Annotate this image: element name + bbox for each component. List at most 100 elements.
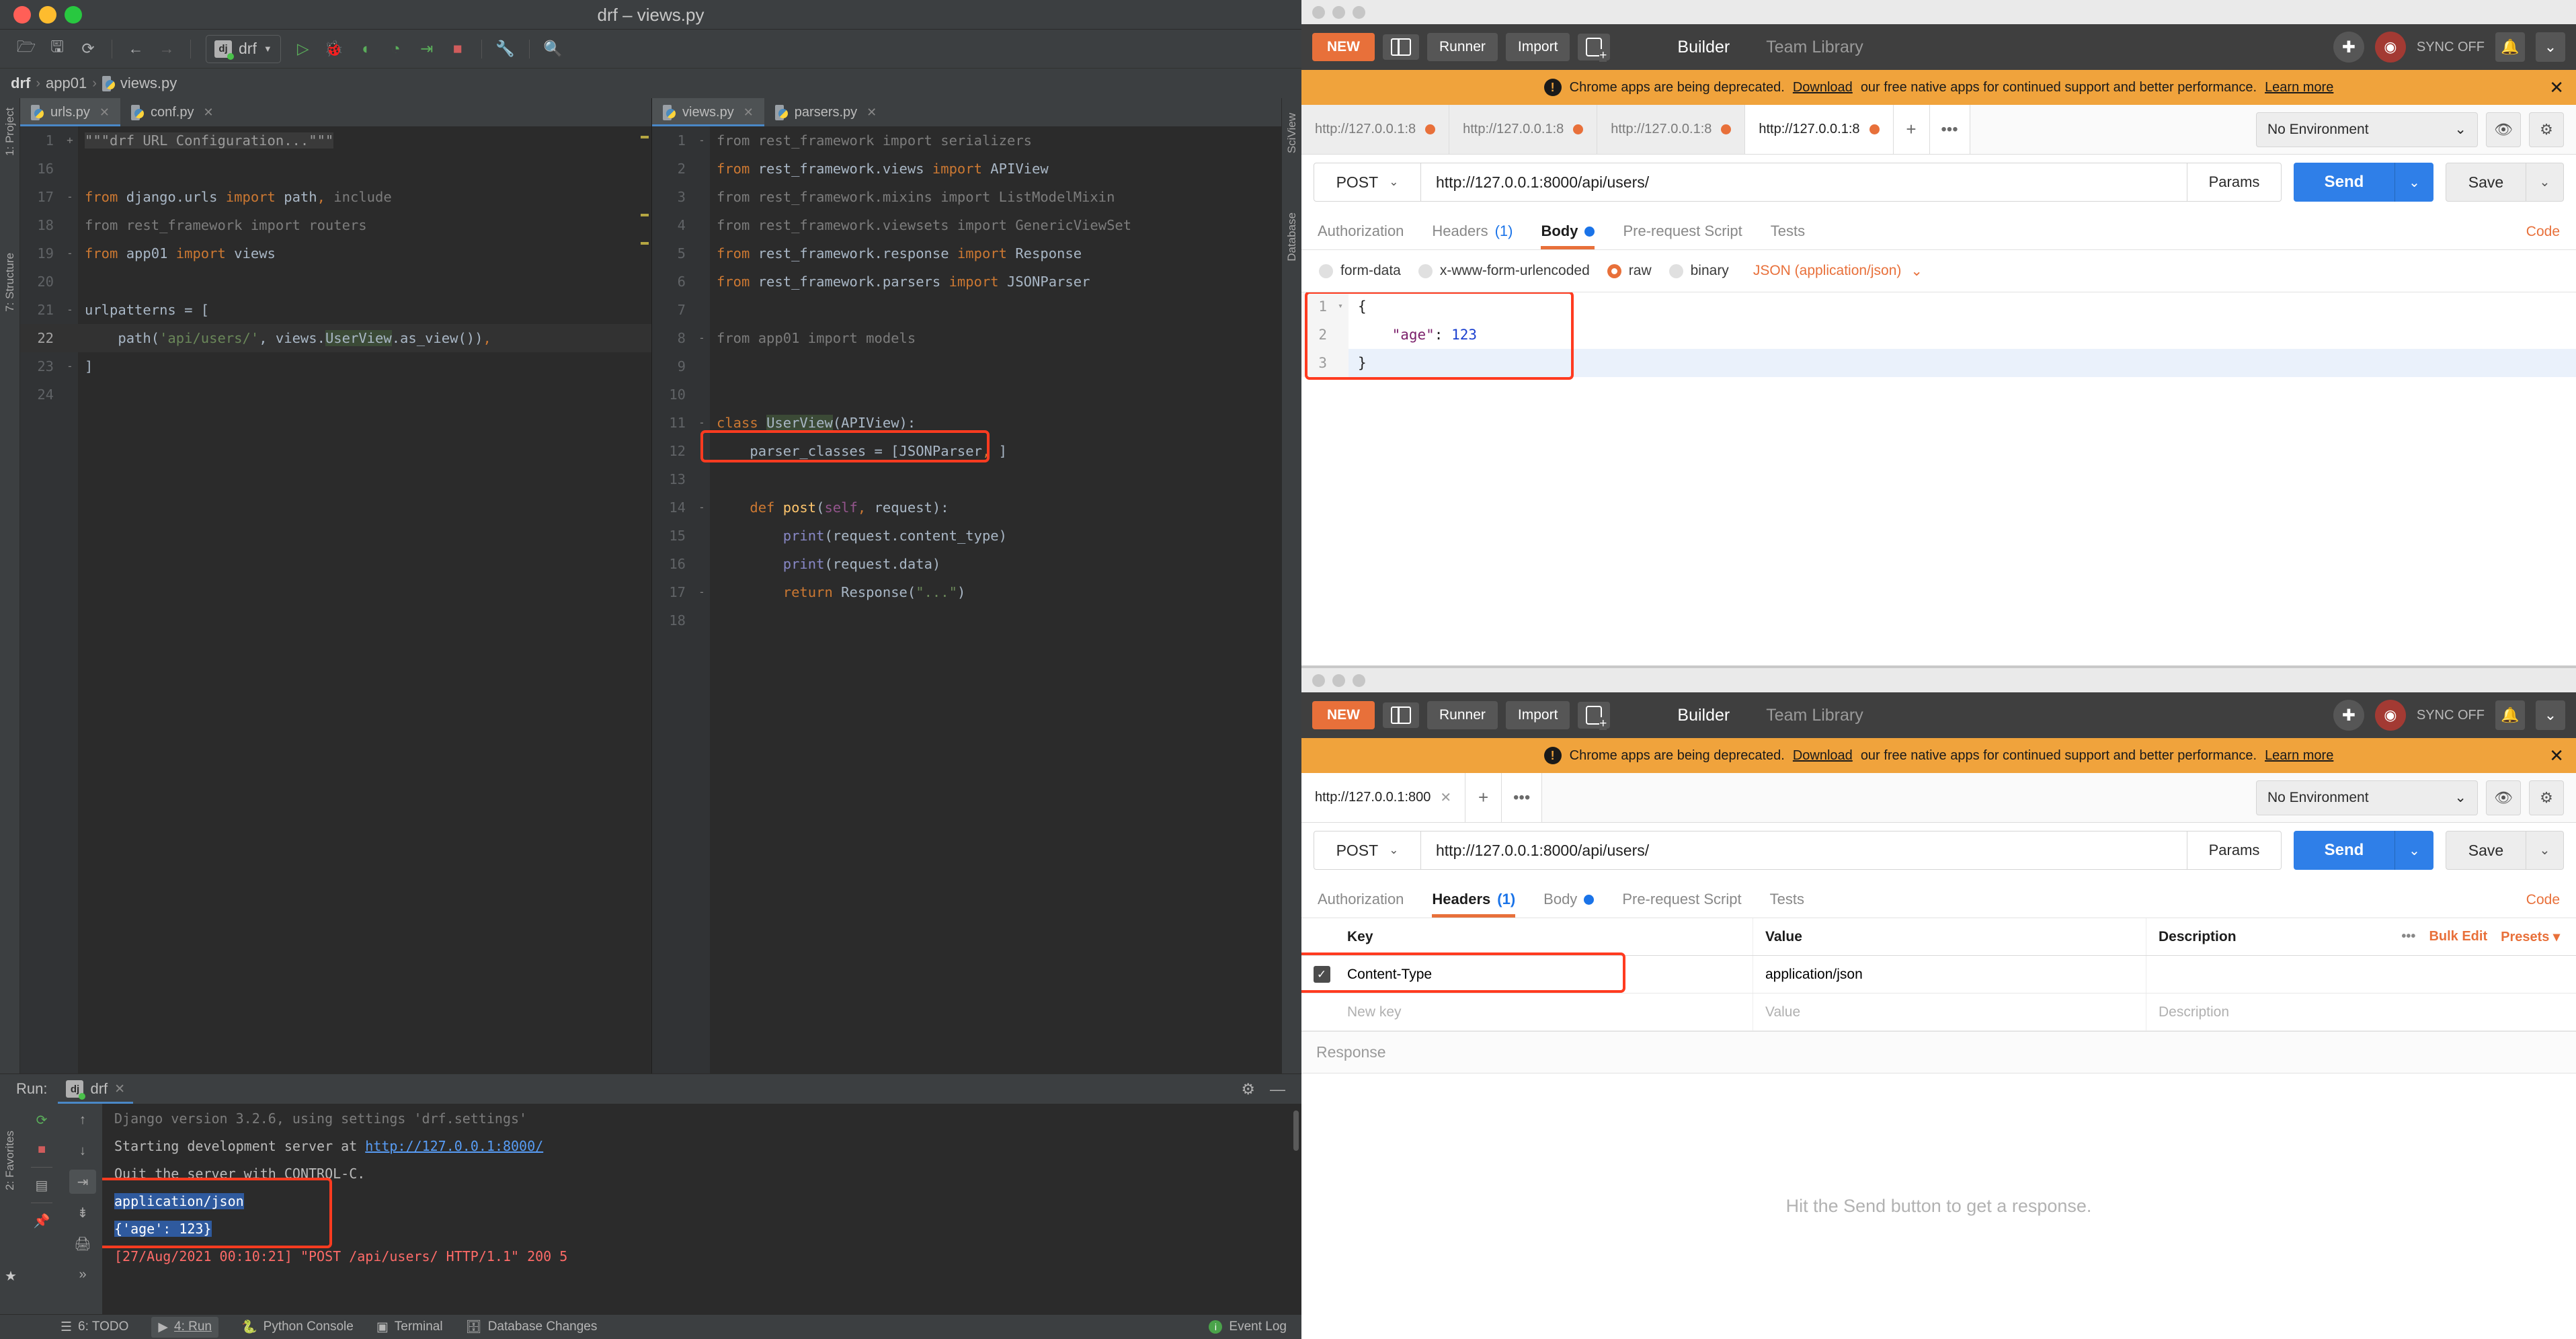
minimize-window-icon[interactable] [1332,6,1345,19]
close-icon[interactable]: ✕ [203,106,213,120]
rerun-icon[interactable]: ⟳ [28,1108,55,1132]
fold-marker-icon[interactable] [62,155,78,183]
print-icon[interactable]: 🖨 [69,1231,96,1256]
sidebar-item-project[interactable]: 1: Project [3,108,17,156]
breadcrumb-item-app[interactable]: app01 [46,75,87,92]
subtab-authorization[interactable]: Authorization [1318,891,1404,918]
fold-marker-icon[interactable]: - [62,352,78,380]
tab-team-library[interactable]: Team Library [1759,30,1870,65]
code-link[interactable]: Code [2526,892,2560,918]
manage-environments-gear-icon[interactable]: ⚙ [2529,780,2564,815]
close-window-icon[interactable] [13,6,31,24]
params-button[interactable]: Params [2187,163,2282,202]
layout-icon[interactable]: ▤ [28,1173,55,1197]
sidebar-item-database[interactable]: Database [1285,212,1299,261]
save-button[interactable]: Save [2446,163,2526,202]
search-icon[interactable]: 🔍 [539,35,567,63]
request-tab-3[interactable]: http://127.0.0.1:8 [1597,105,1745,154]
code-editor-urls[interactable]: 1+"""drf URL Configuration..."""16 17-fr… [20,126,651,1073]
fold-marker-icon[interactable] [62,211,78,239]
cell-key[interactable]: Content-Type [1342,956,1753,993]
body-type-binary[interactable]: binary [1669,263,1729,279]
status-item-run[interactable]: ▶ 4: Run [151,1317,218,1338]
fold-marker-icon[interactable]: + [62,126,78,155]
send-button[interactable]: Send [2294,831,2394,870]
window-controls[interactable] [0,6,82,24]
subtab-pre-request-script[interactable]: Pre-request Script [1622,891,1741,918]
fold-marker-icon[interactable]: - [62,183,78,211]
import-button[interactable]: Import [1506,33,1570,61]
minimize-icon[interactable]: — [1270,1080,1285,1098]
save-button[interactable]: Save [2446,831,2526,870]
tab-builder[interactable]: Builder [1671,698,1736,733]
notifications-bell-icon[interactable]: 🔔 [2495,700,2525,730]
manage-environments-gear-icon[interactable]: ⚙ [2529,112,2564,147]
attach-icon[interactable]: ⇥ [413,35,441,63]
run-tab-drf[interactable]: dj drf ✕ [58,1074,133,1104]
toggle-sidebar-button[interactable] [1383,702,1419,728]
subtab-headers[interactable]: Headers(1) [1432,891,1515,918]
scroll-up-icon[interactable]: ↑ [69,1108,96,1132]
cell-value-placeholder[interactable]: Value [1753,993,2146,1030]
fold-marker-icon[interactable] [694,437,710,465]
request-tab-1[interactable]: http://127.0.0.1:8 [1301,105,1449,154]
close-icon[interactable]: ✕ [867,106,877,120]
send-button[interactable]: Send [2294,163,2394,202]
save-options-chevron-icon[interactable]: ⌄ [2526,831,2564,870]
status-item-python-console[interactable]: 🐍 Python Console [241,1319,354,1335]
toggle-sidebar-button[interactable] [1383,34,1419,60]
fold-marker-icon[interactable] [62,268,78,296]
soft-wrap-icon[interactable]: ⇥ [69,1170,96,1194]
params-button[interactable]: Params [2187,831,2282,870]
fold-marker-icon[interactable] [694,352,710,380]
fold-marker-icon[interactable]: ▾ [1332,292,1349,321]
close-icon[interactable]: ✕ [114,1082,125,1097]
new-window-button[interactable] [1578,34,1610,60]
fold-marker-icon[interactable]: - [62,296,78,324]
sidebar-item-favorites[interactable]: 2: Favorites [3,1131,17,1190]
fold-marker-icon[interactable] [62,324,78,352]
request-tab-4[interactable]: http://127.0.0.1:8 [1745,105,1893,154]
profile-icon[interactable]: ◔ [382,35,410,63]
chevron-down-icon[interactable]: ⌄ [2536,32,2565,62]
fold-marker-icon[interactable] [694,606,710,635]
cell-key-placeholder[interactable]: New key [1342,993,1753,1030]
environment-quick-look-icon[interactable]: 👁 [2486,112,2521,147]
runner-button[interactable]: Runner [1427,33,1498,61]
minimize-window-icon[interactable] [39,6,56,24]
fold-marker-icon[interactable] [694,211,710,239]
environment-select[interactable]: No Environment ⌄ [2256,780,2478,815]
http-method-select[interactable]: POST ⌄ [1314,831,1421,870]
save-options-chevron-icon[interactable]: ⌄ [2526,163,2564,202]
presets-dropdown[interactable]: Presets ▾ [2501,928,2560,945]
pin-icon[interactable]: 📌 [28,1209,55,1233]
checkbox-icon-checked[interactable]: ✓ [1314,966,1330,983]
banner-learn-more-link[interactable]: Learn more [2265,748,2333,764]
runner-button[interactable]: Runner [1427,701,1498,729]
fold-marker-icon[interactable] [694,550,710,578]
breadcrumb-item-file[interactable]: views.py [102,75,177,92]
status-item-terminal[interactable]: ▣ Terminal [376,1320,443,1335]
subtab-pre-request-script[interactable]: Pre-request Script [1623,222,1742,249]
wrench-icon[interactable]: 🔧 [491,35,520,63]
subtab-body[interactable]: Body [1541,222,1595,249]
save-icon[interactable]: 🖫 [43,35,71,63]
environment-select[interactable]: No Environment ⌄ [2256,112,2478,147]
request-tab-2[interactable]: http://127.0.0.1:8 [1449,105,1597,154]
console-scrollbar[interactable] [1293,1110,1299,1151]
fold-marker-icon[interactable]: - [694,324,710,352]
fold-marker-icon[interactable] [694,239,710,268]
notifications-bell-icon[interactable]: 🔔 [2495,32,2525,62]
chevron-down-icon[interactable]: ⌄ [2536,700,2565,730]
settings-gear-icon[interactable]: ⚙ [1241,1080,1255,1098]
new-button[interactable]: NEW [1312,33,1375,61]
fold-marker-icon[interactable]: - [694,409,710,437]
status-item-database-changes[interactable]: 🗄 Database Changes [466,1319,598,1335]
fold-marker-icon[interactable]: - [694,493,710,522]
run-icon[interactable]: ▷ [289,35,317,63]
request-body-editor[interactable]: 1▾{2 "age": 1233} [1301,292,2576,665]
row-checkbox-cell[interactable]: ✓ [1301,966,1342,983]
scroll-down-icon[interactable]: ↓ [69,1139,96,1163]
fold-marker-icon[interactable] [694,296,710,324]
sync-status-icon[interactable]: ◉ [2375,700,2406,731]
